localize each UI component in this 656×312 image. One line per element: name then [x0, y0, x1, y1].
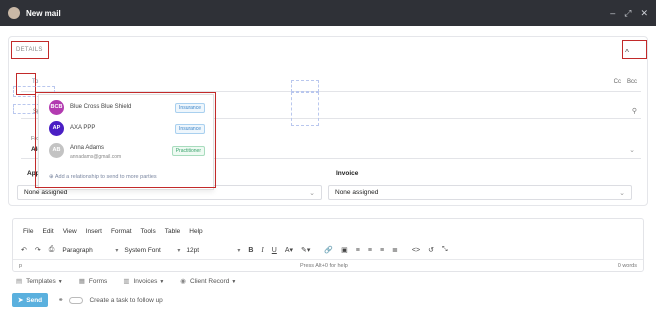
- drop-zone-marker: [291, 80, 319, 92]
- client-record-label: Client Record: [189, 278, 230, 285]
- bcc-link[interactable]: Bcc: [627, 79, 637, 85]
- chevron-down-icon: ▾: [115, 247, 119, 254]
- chevron-down-icon: ▾: [177, 247, 181, 254]
- menu-file[interactable]: File: [23, 228, 33, 235]
- chevron-down-icon: ▾: [237, 247, 241, 254]
- font-select[interactable]: System Font ▾: [124, 247, 186, 254]
- compose-links: ▤ Templates ▼ ▦ Forms ▥ Invoices ▼ ◉ Client Re…: [16, 277, 236, 285]
- fullscreen-icon[interactable]: ⤡: [442, 246, 448, 254]
- send-button[interactable]: ➤ Send: [12, 293, 48, 307]
- font-size-value: 12pt: [186, 246, 200, 254]
- paragraph-value: Paragraph: [62, 246, 93, 254]
- cc-link[interactable]: Cc: [614, 79, 621, 85]
- follow-up-label: Create a task to follow up: [89, 296, 163, 304]
- invoice-value: None assigned: [335, 189, 379, 196]
- window-titlebar: New mail – ⤢ ✕: [0, 0, 656, 26]
- menu-table[interactable]: Table: [165, 228, 181, 235]
- forms-label: Forms: [88, 278, 108, 285]
- print-icon[interactable]: ⎙: [49, 246, 55, 254]
- document-icon: ▤: [16, 278, 23, 285]
- minimize-icon[interactable]: –: [610, 8, 615, 19]
- collapse-highlight: [622, 40, 647, 59]
- menu-insert[interactable]: Insert: [86, 228, 102, 235]
- font-value: System Font: [124, 246, 161, 254]
- editor-statusbar: p Press Alt+0 for help 0 words: [13, 259, 643, 271]
- dropdown-highlight: [35, 92, 216, 188]
- caret-down-icon: ▼: [231, 279, 237, 285]
- cc-bcc-links: Cc Bcc: [614, 79, 637, 85]
- caret-down-icon: ▼: [57, 279, 63, 285]
- forms-button[interactable]: ▦ Forms: [79, 277, 108, 285]
- window-controls: – ⤢ ✕: [610, 8, 648, 19]
- send-icon: ➤: [17, 297, 24, 304]
- send-label: Send: [26, 296, 43, 304]
- client-record-icon: ◉: [180, 278, 186, 285]
- bold-icon[interactable]: B: [248, 247, 253, 254]
- templates-label: Templates: [26, 278, 56, 285]
- message-editor[interactable]: File Edit View Insert Format Tools Table…: [12, 218, 644, 272]
- italic-icon[interactable]: I: [261, 246, 263, 254]
- invoices-label: Invoices: [133, 278, 158, 285]
- underline-icon[interactable]: U: [272, 247, 277, 254]
- chevron-down-icon: ⌄: [629, 147, 635, 154]
- align-center-icon[interactable]: ≡: [368, 247, 372, 254]
- menu-format[interactable]: Format: [111, 228, 132, 235]
- to-field[interactable]: To Cc Bcc: [21, 75, 641, 92]
- details-highlight: [11, 41, 49, 59]
- text-color-icon[interactable]: A▾: [285, 246, 293, 254]
- image-icon[interactable]: ▣: [341, 246, 348, 254]
- invoices-button[interactable]: ▥ Invoices ▼: [123, 277, 164, 285]
- link-icon[interactable]: ⚭: [58, 296, 63, 304]
- client-record-button[interactable]: ◉ Client Record ▼: [180, 277, 236, 285]
- user-avatar: [8, 7, 20, 19]
- follow-up-task: ⚭ Create a task to follow up: [58, 296, 163, 304]
- form-icon: ▦: [78, 278, 85, 285]
- chevron-down-icon: ⌄: [309, 190, 315, 197]
- help-hint: Press Alt+0 for help: [300, 263, 348, 269]
- undo-icon[interactable]: ↶: [21, 246, 27, 254]
- invoice-label: Invoice: [336, 170, 359, 177]
- menu-view[interactable]: View: [63, 228, 77, 235]
- templates-button[interactable]: ▤ Templates ▼: [16, 277, 63, 285]
- code-icon[interactable]: <>: [412, 247, 420, 254]
- menu-edit[interactable]: Edit: [42, 228, 53, 235]
- align-right-icon[interactable]: ≡: [380, 247, 384, 254]
- close-icon[interactable]: ✕: [640, 8, 648, 19]
- element-path: p: [19, 263, 23, 269]
- align-justify-icon[interactable]: ≣: [392, 246, 398, 254]
- expand-icon[interactable]: ⤢: [624, 8, 631, 19]
- link-icon[interactable]: 🔗: [324, 246, 333, 254]
- drop-zone-marker: [291, 92, 319, 126]
- menu-help[interactable]: Help: [189, 228, 202, 235]
- chevron-down-icon: ⌄: [619, 190, 625, 197]
- redo-icon[interactable]: ↷: [35, 246, 41, 254]
- window-title: New mail: [26, 8, 61, 18]
- invoice-icon: ▥: [123, 278, 130, 285]
- editor-toolbar: ↶ ↷ ⎙ Paragraph ▾ System Font ▾ 12pt ▾ B…: [21, 244, 636, 256]
- align-left-icon[interactable]: ≡: [356, 247, 360, 254]
- caret-down-icon: ▼: [159, 279, 165, 285]
- word-count: 0 words: [617, 263, 637, 269]
- invoice-select[interactable]: None assigned ⌄: [328, 185, 632, 200]
- highlight-color-icon[interactable]: ✎▾: [301, 246, 310, 254]
- clear-format-icon[interactable]: ↺: [428, 246, 434, 254]
- font-size-select[interactable]: 12pt ▾: [186, 247, 248, 254]
- appointment-value: None assigned: [24, 189, 68, 196]
- menu-tools[interactable]: Tools: [141, 228, 156, 235]
- paragraph-select[interactable]: Paragraph ▾: [62, 247, 124, 254]
- follow-up-toggle[interactable]: [69, 296, 84, 304]
- editor-menubar: File Edit View Insert Format Tools Table…: [23, 228, 203, 235]
- paperclip-icon[interactable]: ⚲: [632, 107, 637, 115]
